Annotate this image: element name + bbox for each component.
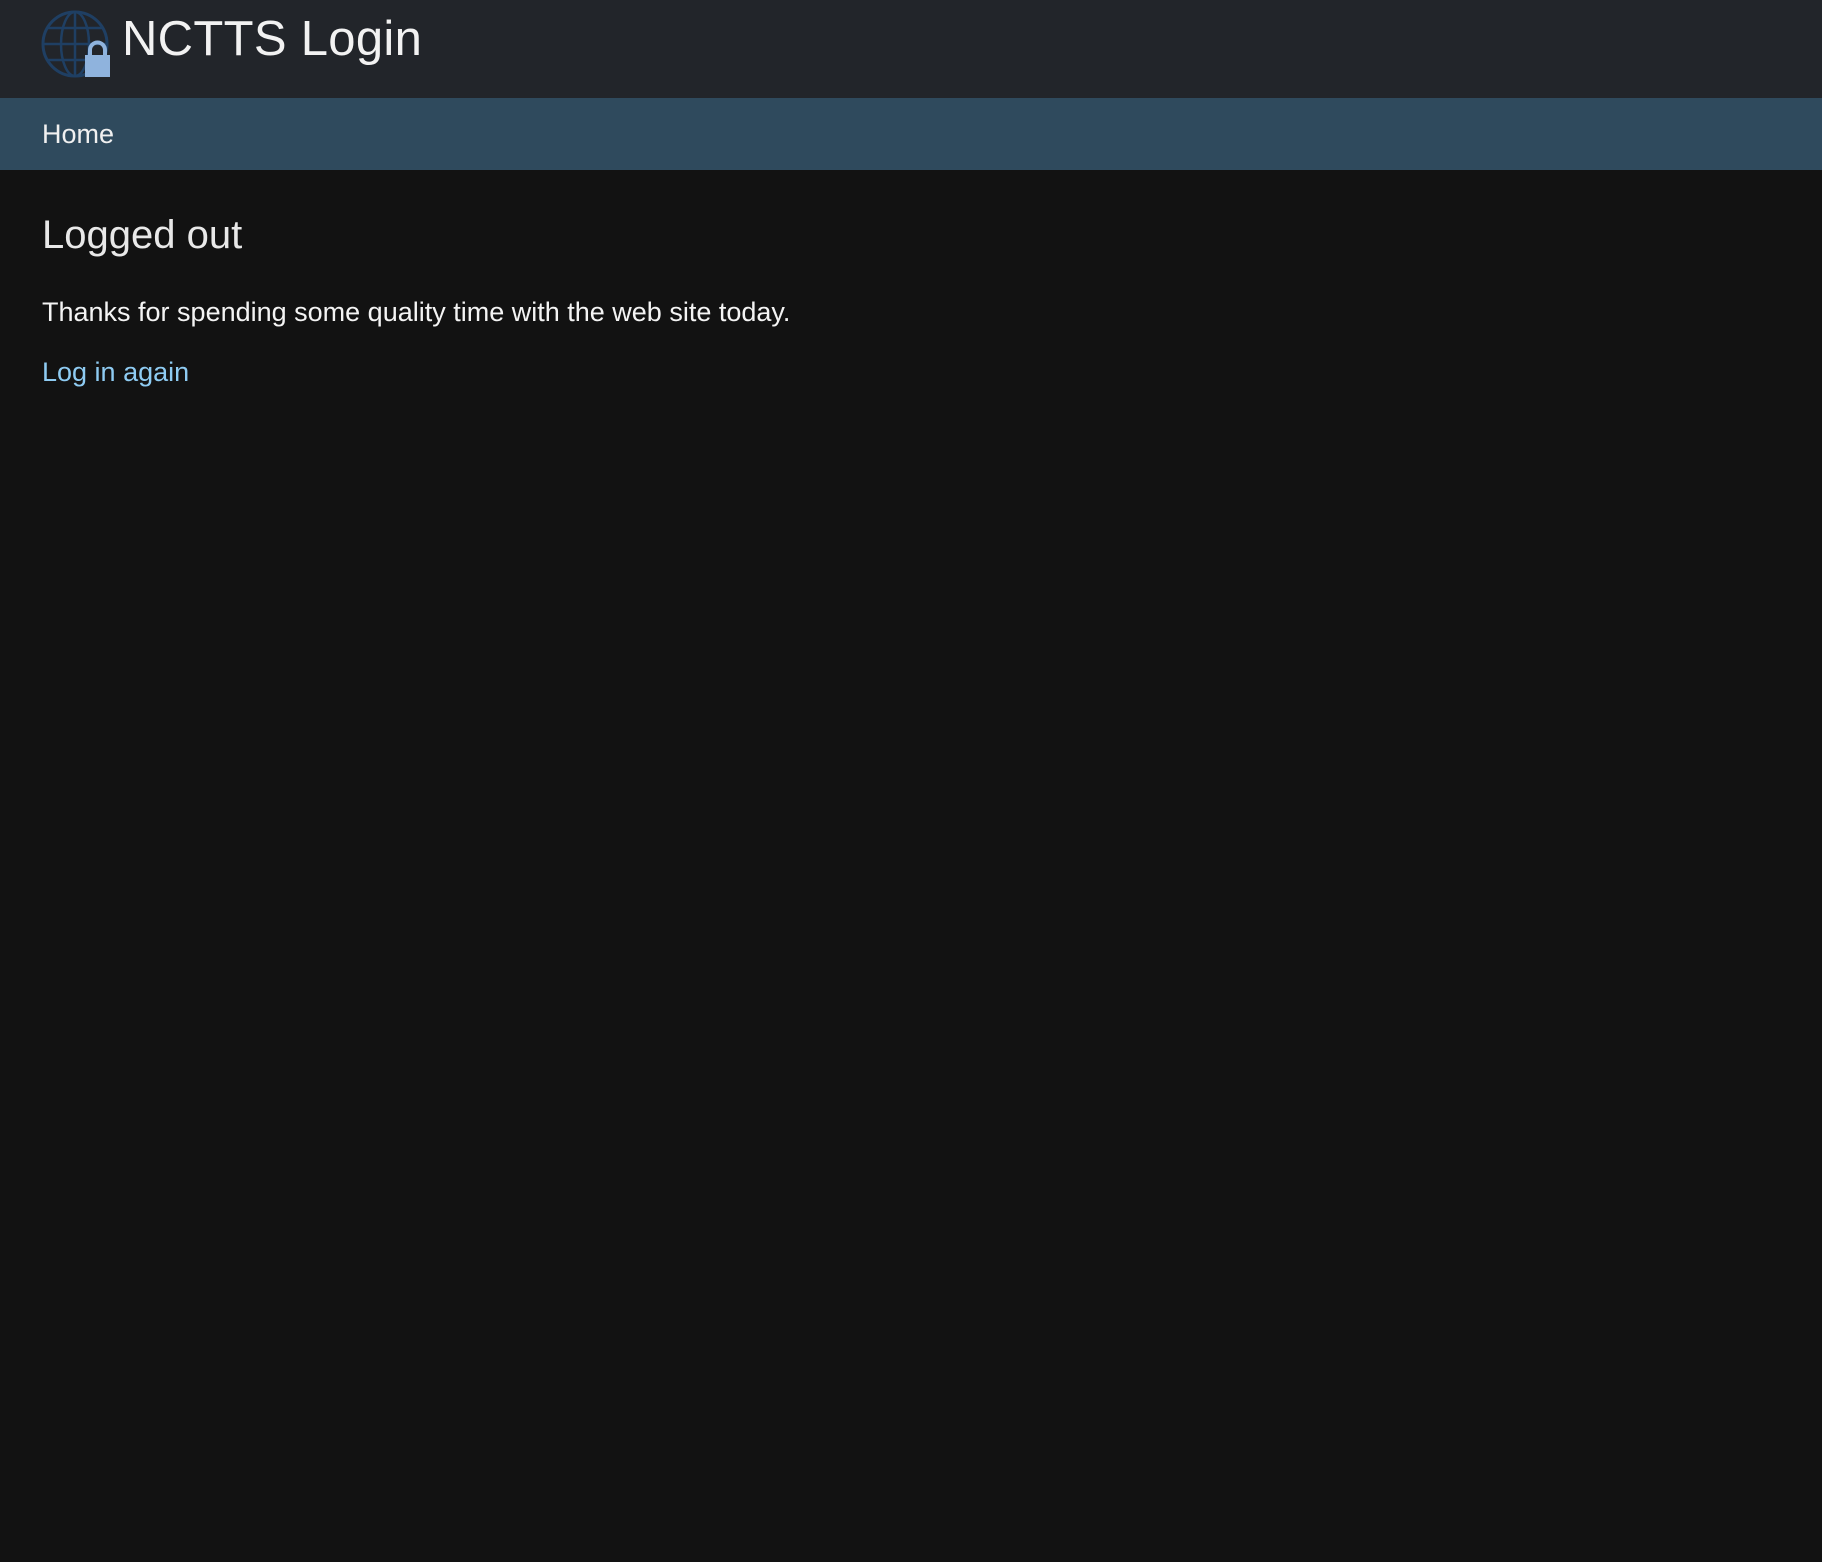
nav-bar: Home	[0, 98, 1822, 170]
top-header: NCTTS Login	[0, 0, 1822, 98]
logout-message: Thanks for spending some quality time wi…	[42, 297, 791, 327]
page-title: Logged out	[42, 213, 243, 257]
app-title: NCTTS Login	[122, 12, 423, 66]
globe-lock-icon	[41, 10, 110, 78]
log-in-again-link[interactable]: Log in again	[42, 354, 189, 390]
nav-home-link[interactable]: Home	[42, 98, 114, 170]
